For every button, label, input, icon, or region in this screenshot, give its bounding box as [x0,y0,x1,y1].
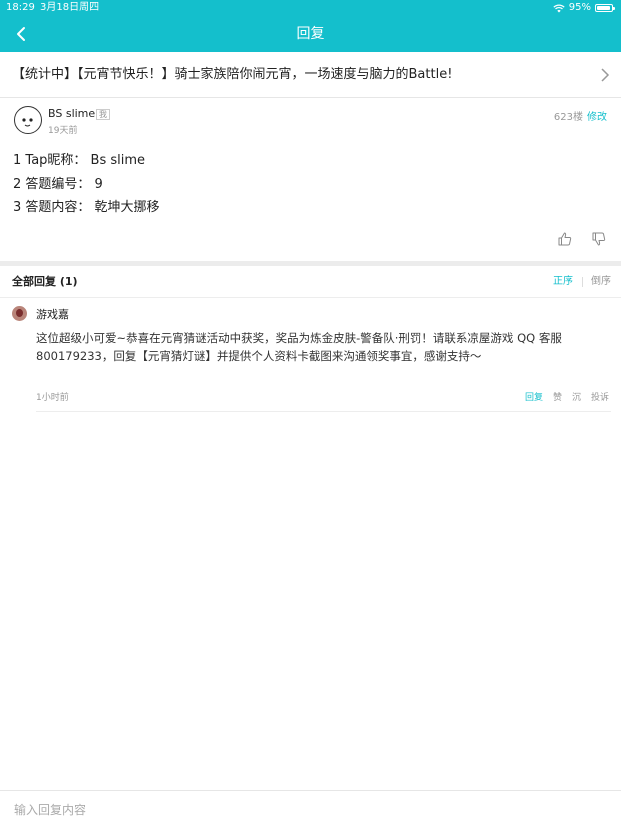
reply-avatar[interactable] [12,306,27,321]
post-line: 3 答题内容： 乾坤大挪移 [13,200,160,215]
status-time: 18:29 [6,2,35,13]
reply-time: 1小时前 [36,393,69,403]
post-line: 2 答题编号： 9 [13,176,103,192]
replies-header: 全部回复 (1) 正序 倒序 [0,266,621,298]
reply-button[interactable]: 回复 [525,390,543,403]
post-author[interactable]: BS slime [48,107,95,120]
slime-face-icon [22,118,33,127]
sort-separator [582,277,583,287]
post-content: 1 Tap昵称： Bs slime 2 答题编号： 9 3 答题内容： 乾坤大挪… [13,149,160,220]
reply-text: 这位超级小可爱~恭喜在元宵猜谜活动中获奖，奖品为炼金皮肤-警备队·刑罚！请联系凉… [36,331,562,363]
post-card: BS slime 我 19天前 623楼 修改 1 Tap昵称： Bs slim… [0,98,621,261]
status-date: 3月18日周四 [40,2,100,13]
report-button[interactable]: 投诉 [591,390,609,403]
reply-input-bar[interactable]: 输入回复内容 [0,790,621,828]
post-line: 1 Tap昵称： Bs slime [13,153,146,168]
me-badge: 我 [96,109,110,120]
topic-link[interactable]: 【统计中】【元宵节快乐！】骑士家族陪你闹元宵，一场速度与脑力的Battle! [0,52,621,98]
reply-divider [36,411,611,412]
thumbs-up-icon[interactable] [557,231,573,247]
nav-bar: 回复 [0,16,621,52]
battery-icon [595,4,615,12]
edit-link[interactable]: 修改 [587,108,607,123]
thumbs-down-icon[interactable] [591,231,607,247]
reply-actions: 回复 赞 沉 投诉 [525,390,609,403]
chevron-right-icon [601,68,610,82]
reply-author[interactable]: 游戏嘉 [36,306,69,322]
status-right: 95% [553,0,615,16]
reply-input-placeholder[interactable]: 输入回复内容 [14,791,86,829]
sort-ascending-button[interactable]: 正序 [553,266,573,298]
status-bar: 18:29 3月18日周四 95% [0,0,621,16]
reply-item: 游戏嘉 这位超级小可爱~恭喜在元宵猜谜活动中获奖，奖品为炼金皮肤-警备队·刑罚！… [0,298,621,413]
replies-count-label: 全部回复 (1) [12,275,78,288]
floor-number: 623楼 [553,112,583,123]
avatar[interactable] [14,106,42,134]
like-button[interactable]: 赞 [553,390,562,403]
page-title: 回复 [296,26,325,42]
wifi-icon [553,4,565,12]
sort-descending-button[interactable]: 倒序 [591,266,611,298]
topic-title: 【统计中】【元宵节快乐！】骑士家族陪你闹元宵，一场速度与脑力的Battle! [12,67,453,82]
battery-percent: 95% [568,2,591,13]
sink-button[interactable]: 沉 [572,390,581,403]
post-time: 19天前 [48,126,78,136]
